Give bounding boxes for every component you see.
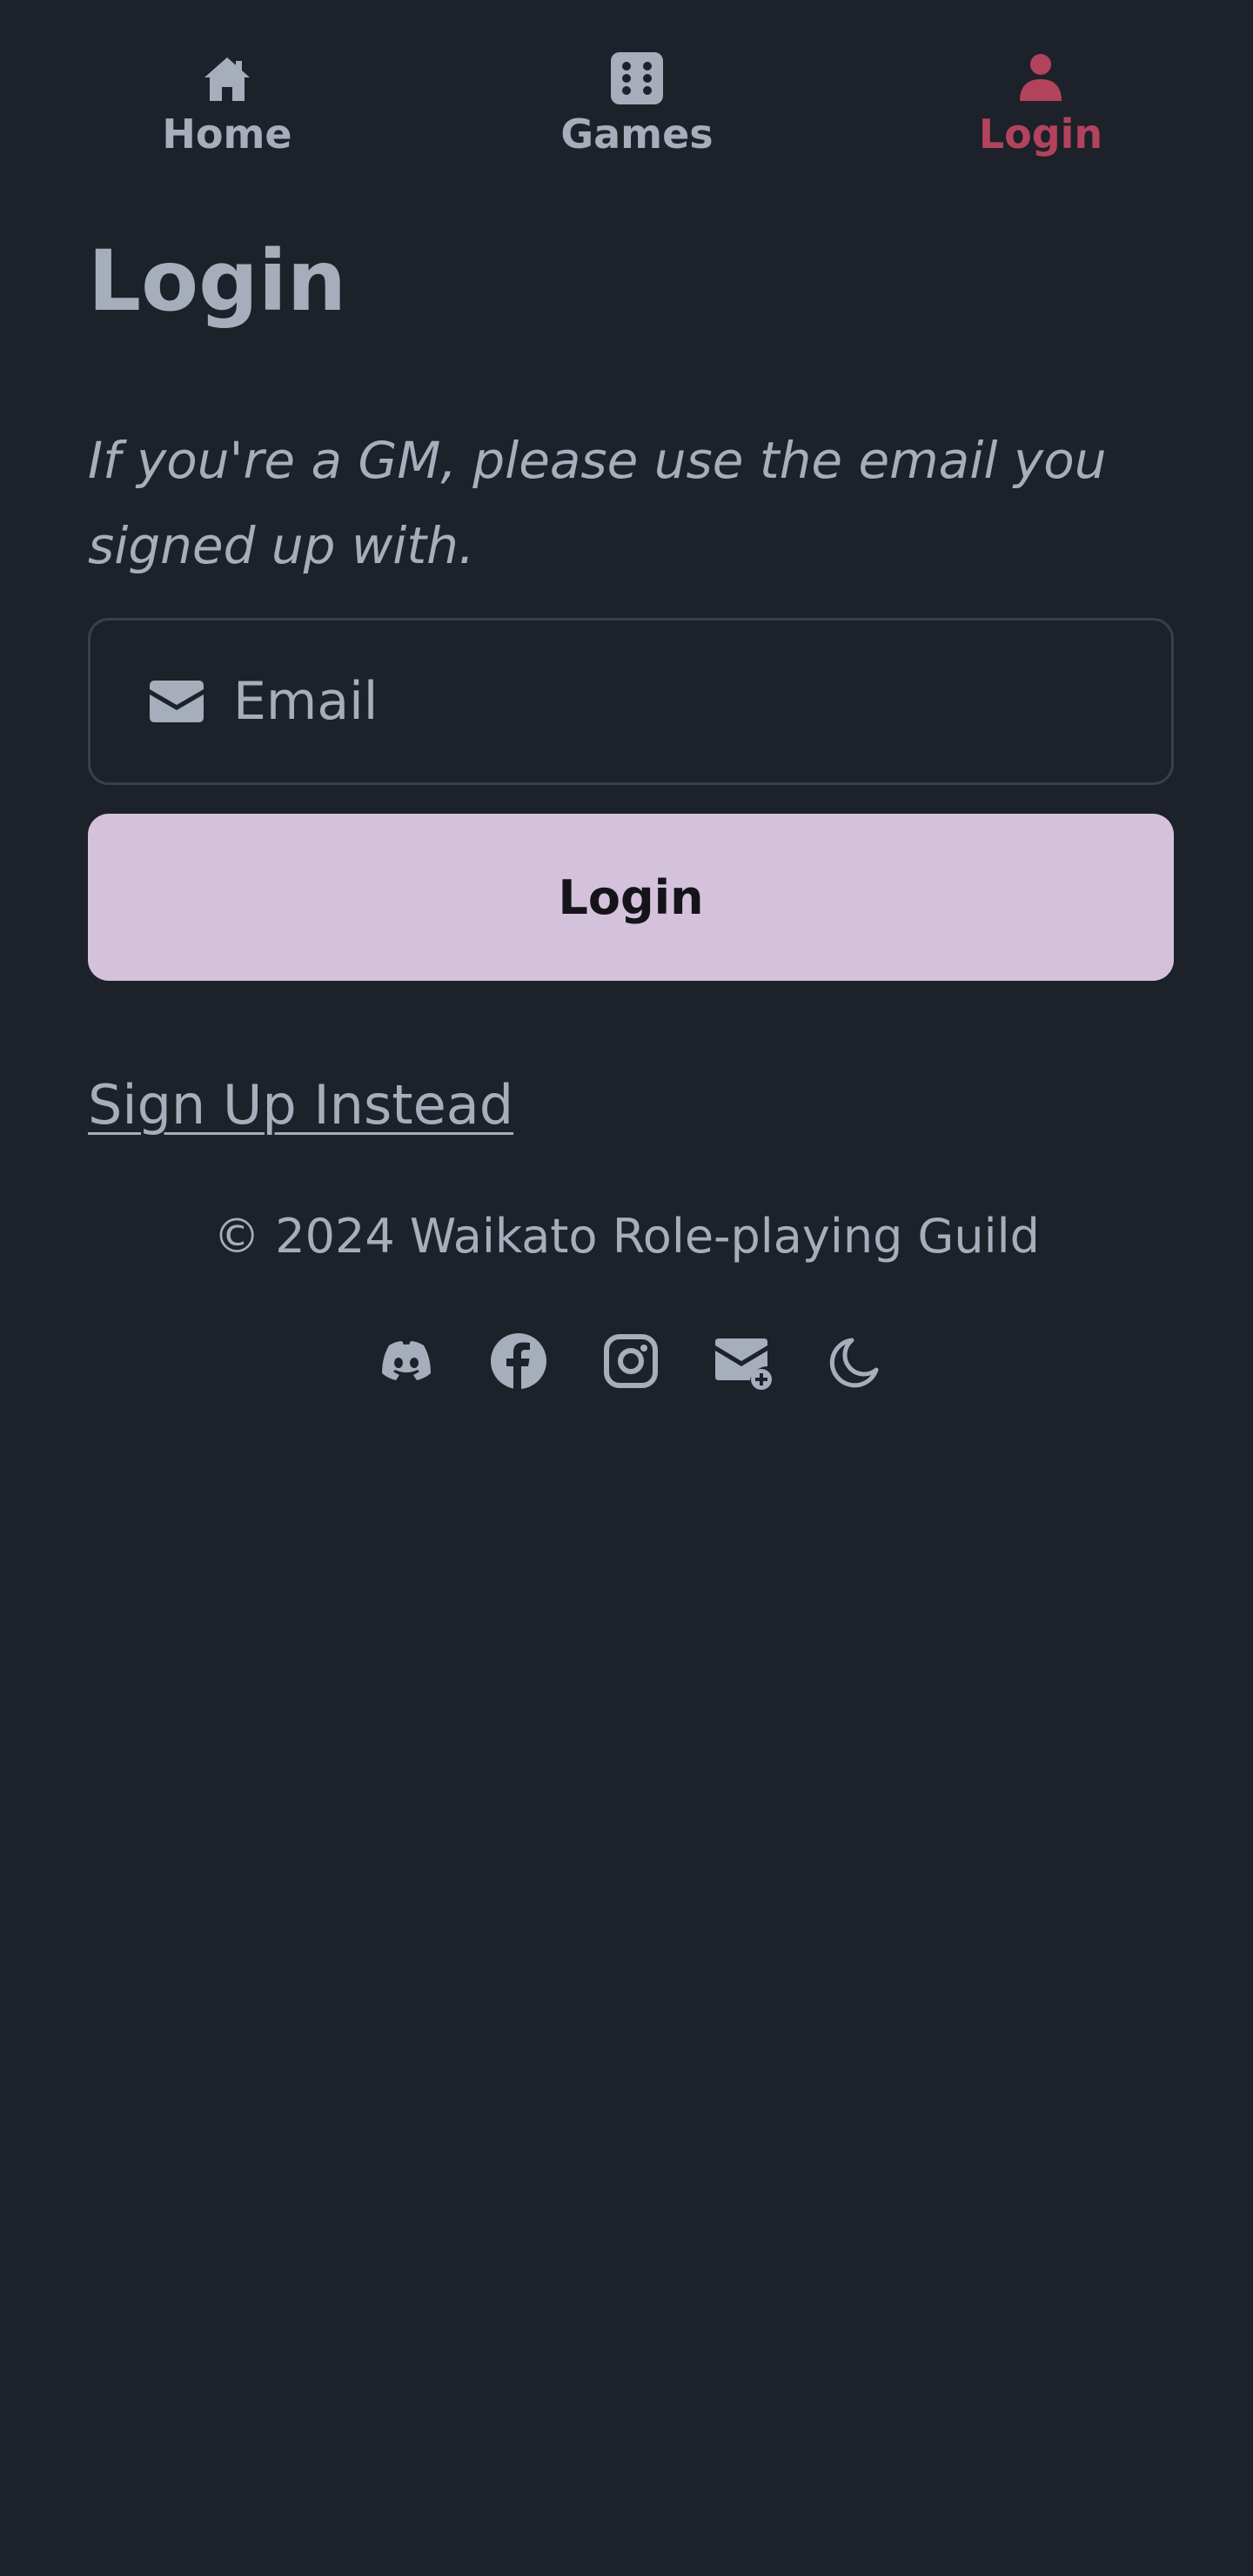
home-icon <box>204 57 250 101</box>
user-icon <box>1020 54 1062 101</box>
theme-toggle[interactable] <box>826 1332 885 1391</box>
instagram-link[interactable] <box>601 1332 660 1391</box>
nav-item-label: Games <box>560 111 714 158</box>
envelope-icon <box>150 681 204 722</box>
facebook-link[interactable] <box>489 1332 548 1391</box>
top-nav: Home Games Login <box>0 0 1253 174</box>
facebook-icon <box>491 1333 546 1389</box>
nav-item-label: Login <box>978 111 1103 158</box>
dice-icon <box>611 52 663 104</box>
nav-item-home[interactable]: Home <box>114 52 340 158</box>
copyright-text: © 2024 Waikato Role-playing Guild <box>213 1209 1040 1264</box>
discord-icon <box>382 1341 431 1380</box>
moon-icon <box>829 1338 879 1388</box>
nav-item-games[interactable]: Games <box>524 52 750 158</box>
newsletter-icon <box>715 1338 772 1390</box>
nav-item-label: Home <box>162 111 292 158</box>
page-title: Login <box>88 232 347 330</box>
email-input[interactable] <box>233 658 1171 745</box>
discord-link[interactable] <box>377 1332 436 1391</box>
instagram-icon <box>604 1334 658 1388</box>
login-button[interactable]: Login <box>88 814 1174 981</box>
nav-item-login[interactable]: Login <box>928 52 1154 158</box>
email-field[interactable] <box>88 618 1174 785</box>
gm-email-note: If you're a GM, please use the email you… <box>88 431 1107 575</box>
newsletter-link[interactable] <box>714 1332 773 1391</box>
footer-icons <box>0 1332 1253 1392</box>
sign-up-link[interactable]: Sign Up Instead <box>88 1072 513 1138</box>
